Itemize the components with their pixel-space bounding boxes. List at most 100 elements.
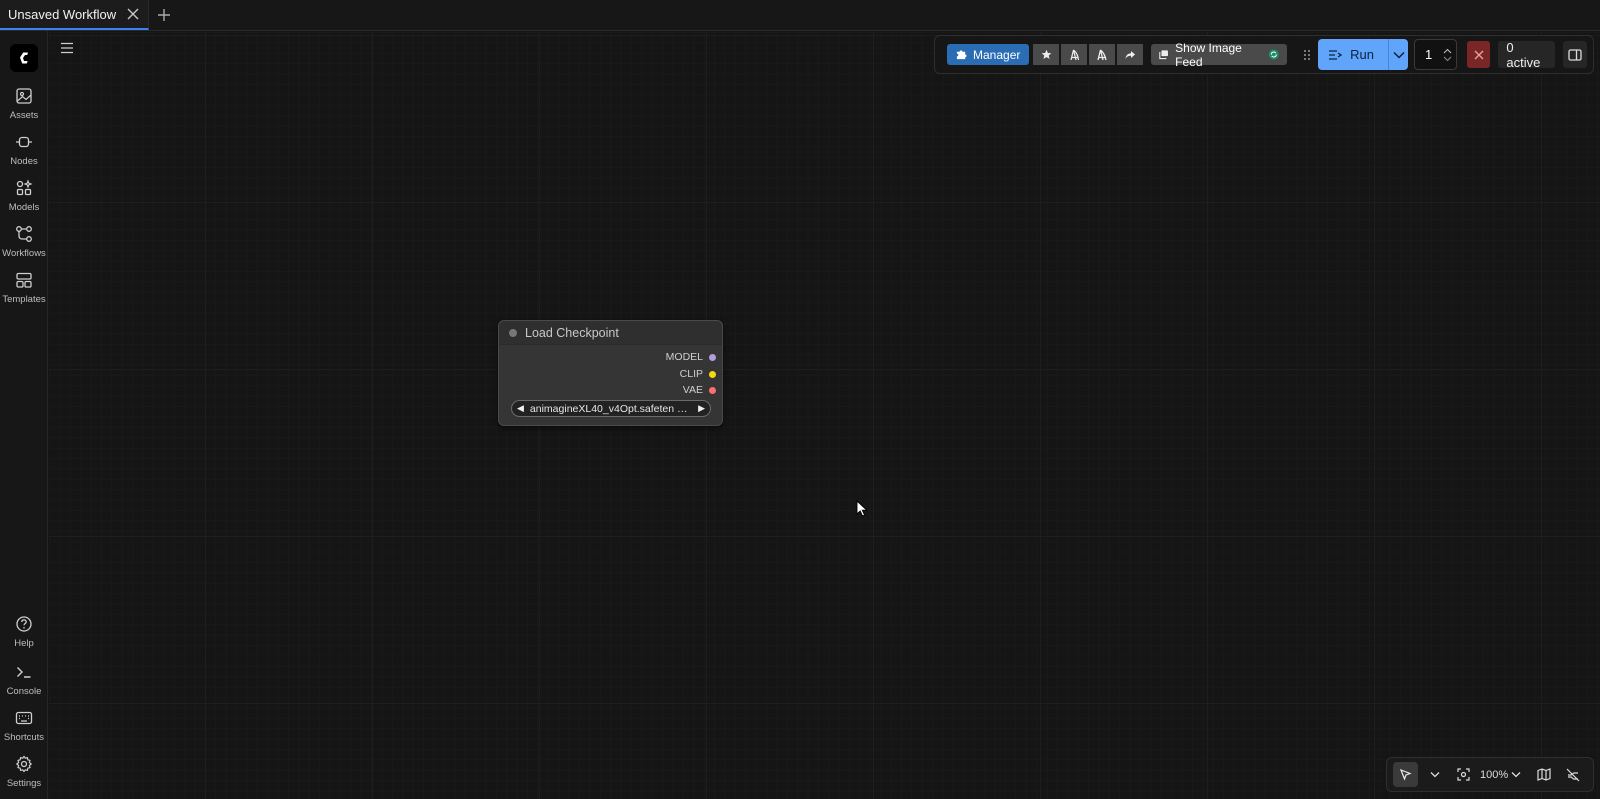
sidebar-label: Settings	[6, 778, 42, 789]
close-icon	[1474, 50, 1484, 59]
batch-count-value[interactable]: 1	[1425, 47, 1432, 62]
sidebar-item-workflows[interactable]: Workflows	[0, 225, 48, 269]
toggle-links-button[interactable]	[1560, 762, 1585, 787]
gallery-icon	[1159, 50, 1169, 60]
run-button-group: Run	[1318, 39, 1409, 70]
menu-icon[interactable]	[60, 41, 74, 54]
batch-count-stepper[interactable]: 1	[1414, 39, 1457, 70]
image-feed-label: Show Image Feed	[1175, 40, 1242, 69]
sidebar-item-help[interactable]: Help	[0, 615, 48, 659]
output-slot-vae[interactable]	[709, 386, 716, 394]
fit-view-button[interactable]	[1451, 762, 1476, 787]
canvas-controls: 100%	[1386, 757, 1594, 792]
share-button[interactable]	[1117, 44, 1144, 65]
node-collapse-dot[interactable]	[509, 328, 517, 337]
sidebar-item-console[interactable]: Console	[0, 663, 48, 707]
minimap-button[interactable]	[1531, 762, 1556, 787]
chevron-down-icon[interactable]	[1443, 56, 1452, 62]
manager-label: Manager	[973, 47, 1021, 62]
select-mode-button[interactable]	[1393, 762, 1418, 787]
app-window: Unsaved Workflow Assets Nodes Models Wor	[0, 0, 1600, 799]
close-icon[interactable]	[126, 7, 140, 21]
top-toolbar: Manager Show Image Feed Run 1 0 active	[934, 35, 1594, 74]
graph-canvas[interactable]	[49, 32, 1600, 799]
node-output-clip: CLIP	[680, 368, 716, 380]
combo-next-arrow[interactable]: ▶	[698, 403, 705, 414]
combo-prev-arrow[interactable]: ◀	[517, 403, 524, 414]
star-icon	[1041, 49, 1052, 59]
sidebar-label: Workflows	[2, 248, 46, 259]
sidebar-label: Templates	[2, 294, 46, 305]
sidebar-item-models[interactable]: Models	[0, 179, 48, 223]
manager-tools-group	[1033, 44, 1144, 65]
sidebar-label: Help	[14, 638, 34, 649]
sail-icon	[1070, 49, 1080, 60]
node-header[interactable]: Load Checkpoint	[499, 321, 722, 345]
load-checkpoint-node[interactable]: Load Checkpoint MODEL CLIP VAE ◀ animagi…	[498, 320, 723, 426]
star-button[interactable]	[1033, 44, 1060, 65]
sidebar-item-settings[interactable]: Settings	[0, 755, 48, 799]
tab-bar: Unsaved Workflow	[0, 0, 1600, 31]
toggle-panel-button[interactable]	[1562, 41, 1587, 68]
keyboard-icon	[15, 711, 33, 725]
mode-dropdown[interactable]	[1422, 762, 1447, 787]
output-slot-clip[interactable]	[709, 370, 716, 378]
sidebar-label: Nodes	[10, 156, 38, 167]
run-label: Run	[1350, 47, 1375, 62]
queue-list-icon	[1329, 49, 1343, 60]
focus-icon	[1457, 768, 1470, 781]
queue-status-label: 0 active	[1506, 39, 1541, 70]
sidebar-item-templates[interactable]: Templates	[0, 271, 48, 315]
gear-icon	[15, 755, 33, 773]
tab-unsaved-workflow[interactable]: Unsaved Workflow	[0, 0, 150, 30]
map-icon	[1537, 768, 1551, 781]
chevron-down-icon	[1392, 51, 1405, 59]
tab-label: Unsaved Workflow	[8, 6, 117, 22]
sidebar: Assets Nodes Models Workflows Templates …	[0, 31, 48, 799]
node-title: Load Checkpoint	[525, 325, 619, 340]
run-button[interactable]: Run	[1318, 39, 1389, 70]
template-icon	[16, 272, 32, 288]
zoom-dropdown[interactable]: 100%	[1480, 762, 1521, 787]
batch-steps	[1443, 48, 1452, 62]
sidebar-item-assets[interactable]: Assets	[0, 87, 48, 131]
node-output-model: MODEL	[666, 351, 716, 363]
link-off-icon	[1566, 768, 1580, 781]
image-icon	[16, 88, 32, 104]
pointer-icon	[1399, 768, 1412, 781]
checkpoint-name-combo[interactable]: ◀ animagineXL40_v4Opt.safeten … ▶	[511, 400, 711, 417]
chevron-up-icon[interactable]	[1443, 48, 1452, 54]
app-logo[interactable]	[10, 44, 38, 72]
sidebar-item-shortcuts[interactable]: Shortcuts	[0, 709, 48, 753]
output-label: MODEL	[665, 351, 703, 363]
puzzle-icon	[956, 50, 967, 60]
queue-status-badge[interactable]: 0 active	[1498, 39, 1555, 70]
run-mode-dropdown[interactable]	[1388, 39, 1409, 70]
sidebar-label: Models	[8, 202, 40, 213]
console-icon	[17, 667, 31, 678]
model-share-alt-button[interactable]	[1089, 44, 1116, 65]
add-tab-button[interactable]	[149, 0, 179, 30]
cancel-run-button[interactable]	[1467, 41, 1491, 68]
comfy-logo-icon	[20, 52, 28, 64]
drag-handle-icon[interactable]	[1301, 47, 1312, 63]
output-slot-model[interactable]	[709, 353, 716, 361]
sidebar-label: Console	[6, 686, 42, 697]
zoom-level: 100%	[1480, 768, 1509, 781]
node-output-vae: VAE	[683, 384, 716, 396]
model-icon	[16, 179, 33, 196]
show-image-feed-button[interactable]: Show Image Feed	[1151, 41, 1288, 69]
output-label: CLIP	[679, 368, 703, 380]
model-share-button[interactable]	[1061, 44, 1088, 65]
workflow-icon	[16, 226, 32, 242]
mouse-cursor-icon	[856, 499, 868, 522]
refresh-badge-icon	[1268, 49, 1279, 60]
node-icon	[16, 136, 32, 148]
chevron-down-icon	[1430, 772, 1439, 778]
sail-icon	[1097, 48, 1108, 60]
manager-button[interactable]: Manager	[947, 44, 1030, 65]
plus-icon	[158, 9, 171, 21]
output-label: VAE	[682, 384, 703, 396]
sidebar-item-nodes[interactable]: Nodes	[0, 133, 48, 177]
sidebar-label: Shortcuts	[3, 732, 45, 743]
